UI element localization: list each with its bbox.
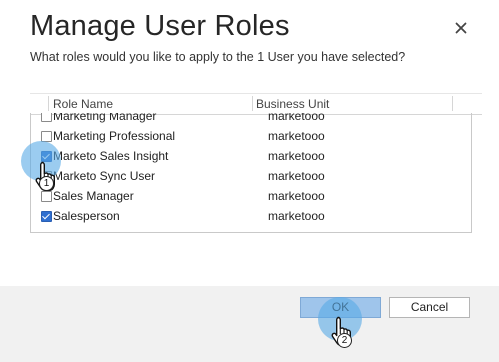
cancel-button[interactable]: Cancel bbox=[389, 297, 470, 318]
role-name: Marketo Sync User bbox=[53, 169, 156, 183]
close-button[interactable] bbox=[452, 19, 470, 37]
column-divider bbox=[48, 96, 49, 111]
table-row[interactable]: Marketo Sales Insight marketooo bbox=[31, 147, 471, 167]
table-row[interactable]: Marketo Sync User marketooo bbox=[31, 167, 471, 187]
roles-grid: Role Name Business Unit Marketing Manage… bbox=[30, 93, 482, 234]
table-row[interactable]: Marketing Manager marketooo bbox=[31, 113, 471, 127]
role-name: Marketo Sales Insight bbox=[53, 149, 169, 163]
role-name: Salesperson bbox=[53, 209, 120, 223]
column-divider bbox=[452, 96, 453, 111]
step-number: 2 bbox=[341, 335, 348, 346]
grid-body[interactable]: Marketing Manager marketooo Marketing Pr… bbox=[30, 113, 472, 233]
business-unit: marketooo bbox=[268, 189, 325, 203]
business-unit: marketooo bbox=[268, 113, 325, 123]
role-name: Marketing Manager bbox=[53, 113, 157, 123]
dialog-subtitle: What roles would you like to apply to th… bbox=[30, 50, 406, 64]
step-number: 1 bbox=[43, 178, 50, 189]
grid-header: Role Name Business Unit bbox=[30, 93, 482, 115]
dialog-title: Manage User Roles bbox=[30, 10, 290, 42]
row-checkbox[interactable] bbox=[41, 211, 52, 222]
business-unit: marketooo bbox=[268, 149, 325, 163]
business-unit: marketooo bbox=[268, 209, 325, 223]
column-divider bbox=[252, 96, 253, 111]
column-header-role-name[interactable]: Role Name bbox=[53, 97, 113, 111]
business-unit: marketooo bbox=[268, 169, 325, 183]
role-name: Sales Manager bbox=[53, 189, 134, 203]
column-header-business-unit[interactable]: Business Unit bbox=[256, 97, 329, 111]
close-icon bbox=[455, 22, 467, 34]
table-row[interactable]: Marketing Professional marketooo bbox=[31, 127, 471, 147]
business-unit: marketooo bbox=[268, 129, 325, 143]
step-badge-1: 1 bbox=[39, 176, 54, 191]
step-badge-2: 2 bbox=[337, 333, 352, 348]
table-row[interactable]: Sales Manager marketooo bbox=[31, 187, 471, 207]
table-row[interactable]: Salesperson marketooo bbox=[31, 207, 471, 227]
row-checkbox[interactable] bbox=[41, 113, 52, 122]
role-name: Marketing Professional bbox=[53, 129, 176, 143]
